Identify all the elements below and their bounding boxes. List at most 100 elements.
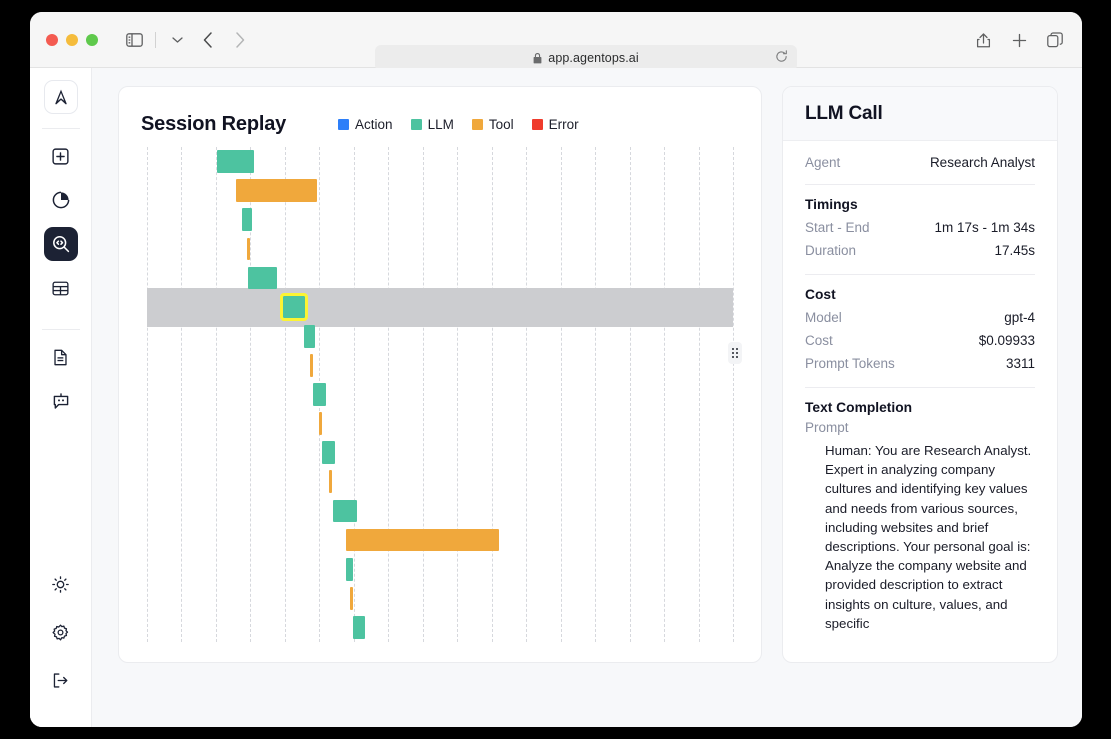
lock-icon [533,52,542,64]
legend-label: Tool [488,116,514,132]
duration-label: Duration [805,243,857,258]
legend-item-action[interactable]: Action [338,117,393,132]
gantt-bar-llm[interactable] [241,208,253,232]
gridline [284,147,286,642]
plus-icon[interactable] [1008,29,1030,51]
agent-label: Agent [805,155,841,170]
sidebar-divider [41,128,80,129]
detail-panel-title: LLM Call [805,102,883,124]
timings-row: Start - End 1m 17s - 1m 34s [805,216,1035,239]
gantt-bar-llm[interactable] [247,266,278,290]
gridline [353,147,355,642]
cost-row: Model gpt-4 [805,306,1035,329]
gantt-bar-tool[interactable] [246,237,250,261]
toolbar-divider [155,31,156,48]
sidebar-item-settings[interactable] [44,615,78,649]
agentops-logo[interactable] [43,80,78,114]
gantt-bar-tool[interactable] [318,412,322,435]
legend-swatch-icon [338,118,350,130]
prompt-tokens-label: Prompt Tokens [805,356,895,371]
legend-item-tool[interactable]: Tool [471,116,514,132]
gridline [560,147,562,642]
gantt-bar-llm[interactable] [321,441,335,465]
prompt-tokens-value: 3311 [1005,356,1035,371]
cost-row: Cost $0.09933 [805,329,1035,352]
sidebar-divider-2 [41,329,80,330]
gantt-bar-llm[interactable] [304,324,316,348]
gridline [457,147,459,642]
session-replay-card: Session Replay Action LLM Tool Error [118,86,762,663]
chart-header: Session Replay Action LLM Tool Error [119,87,761,139]
text-completion-section: Text Completion Prompt Human: You are Re… [805,398,1035,635]
minimize-window-button[interactable] [66,33,78,46]
tab-overview-icon[interactable] [1044,29,1066,51]
model-value: gpt-4 [1004,310,1035,325]
divider-3 [805,387,1035,388]
gridline [664,147,666,642]
sidebar-item-documents[interactable] [44,340,78,374]
window-controls [46,33,98,46]
sidebar-toggle-icon[interactable] [120,27,148,53]
sidebar-bottom-group [44,567,78,727]
gantt-bar-llm[interactable] [333,499,357,523]
gantt-bar-tool[interactable] [350,586,353,610]
chevron-down-icon[interactable] [163,27,191,53]
main-content: Session Replay Action LLM Tool Error LLM Ca… [92,68,1082,727]
sidebar-item-overview[interactable] [44,183,78,217]
detail-panel-body: Agent Research Analyst Timings Start - E… [783,141,1057,635]
gantt-bar-tool[interactable] [309,354,313,377]
start-end-label: Start - End [805,220,870,235]
gridline [215,147,217,642]
gridline [629,147,631,642]
close-window-button[interactable] [46,33,58,46]
sidebar-item-theme-toggle[interactable] [44,567,78,601]
prompt-text: Human: You are Research Analyst. Expert … [825,443,1032,631]
duration-value: 17.45s [994,243,1035,258]
gantt-bar-tool[interactable] [346,528,499,552]
gridline [422,147,424,642]
panel-resize-handle[interactable] [728,342,742,364]
share-icon[interactable] [972,29,994,51]
gridline [147,147,148,642]
gridline [733,147,734,642]
start-end-value: 1m 17s - 1m 34s [934,220,1035,235]
divider-2 [805,274,1035,275]
grip-dots-icon [732,348,738,358]
gantt-bar-llm[interactable] [346,557,354,581]
gantt-bar-tool[interactable] [236,179,317,203]
sidebar-item-new-session[interactable] [44,139,78,173]
text-completion-title: Text Completion [805,400,913,415]
gantt-plot [147,147,734,642]
prompt-label: Prompt [805,420,849,435]
sidebar-item-logout[interactable] [44,663,78,697]
gridline [595,147,597,642]
gantt-bar-llm[interactable] [353,616,365,639]
gantt-bar-tool[interactable] [328,470,332,494]
detail-panel: LLM Call Agent Research Analyst Timings … [782,86,1058,663]
sidebar-item-agents[interactable] [44,384,78,418]
cost-value: $0.09933 [978,333,1035,348]
sidebar-item-session-replay[interactable] [43,227,78,261]
toolbar-left-group [120,27,255,53]
cost-title: Cost [805,287,836,302]
back-arrow-icon[interactable] [193,27,223,53]
timings-row: Duration 17.45s [805,239,1035,262]
legend-item-llm[interactable]: LLM [410,117,454,132]
gantt-bar-llm[interactable] [312,383,326,406]
legend-swatch-icon [471,118,483,130]
legend-item-error[interactable]: Error [531,117,579,132]
model-label: Model [805,310,842,325]
agent-row: Agent Research Analyst [805,141,1035,174]
gantt-bar-llm[interactable] [279,292,309,322]
agent-value: Research Analyst [929,155,1035,170]
gantt-bar-llm[interactable] [217,150,254,173]
maximize-window-button[interactable] [86,33,98,46]
toolbar-right-group [972,29,1066,51]
forward-arrow-icon[interactable] [225,27,255,53]
timings-section: Timings Start - End 1m 17s - 1m 34s Dura… [805,195,1035,264]
selected-row-highlight [147,287,733,327]
url-text: app.agentops.ai [548,51,639,65]
sidebar-item-sessions-table[interactable] [44,271,78,305]
gridline [181,147,183,642]
reload-icon[interactable] [775,50,788,68]
